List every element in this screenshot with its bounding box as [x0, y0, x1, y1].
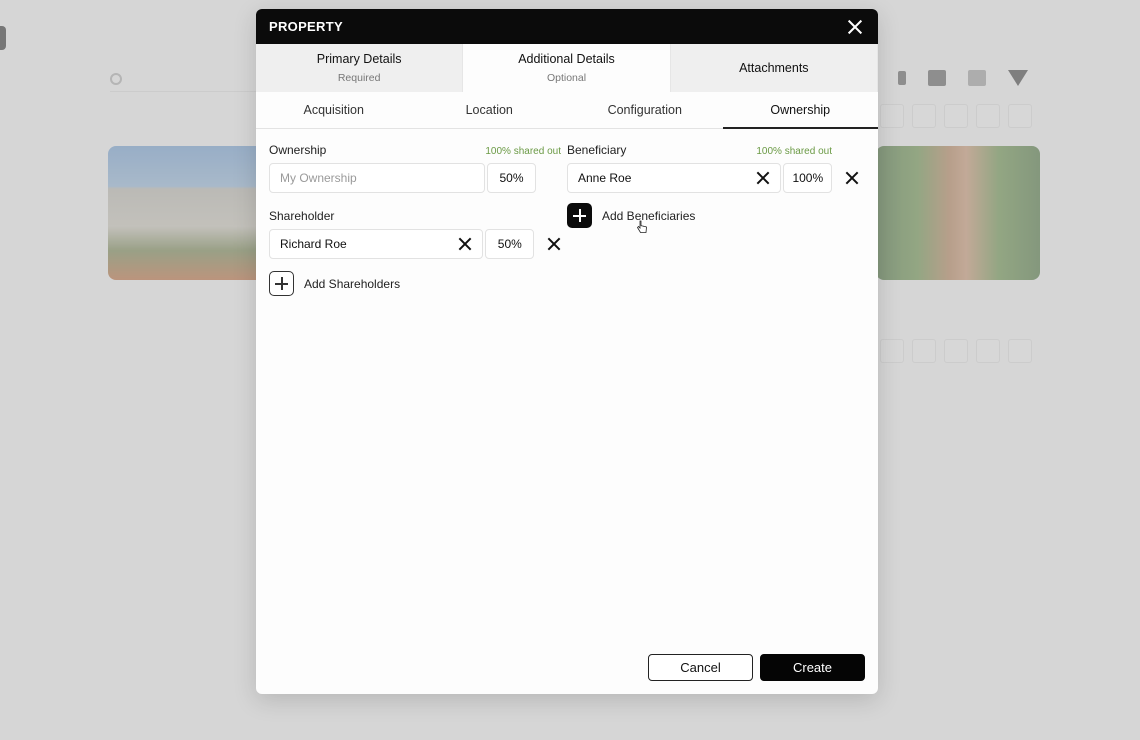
beneficiary-name: Anne Roe — [578, 171, 632, 185]
shareholder-label: Shareholder — [269, 209, 335, 223]
step-sublabel: Required — [337, 72, 381, 84]
tab-location[interactable]: Location — [412, 92, 568, 128]
beneficiary-row: Anne Roe 100% — [567, 163, 859, 193]
create-button[interactable]: Create — [760, 654, 865, 681]
my-ownership-input[interactable]: My Ownership — [269, 163, 485, 193]
ownership-column: Ownership 100% shared out My Ownership 5… — [269, 143, 561, 296]
shareholder-percent-input[interactable]: 50% — [485, 229, 535, 259]
plus-icon — [269, 271, 294, 296]
step-attachments[interactable]: Attachments — [670, 44, 878, 92]
remove-beneficiary-icon[interactable] — [845, 171, 859, 185]
step-tabs: Primary Details Required Additional Deta… — [256, 44, 878, 92]
clear-beneficiary-icon[interactable] — [756, 171, 770, 185]
subtabs: Acquisition Location Configuration Owner… — [256, 92, 878, 129]
ownership-shared-status: 100% shared out — [485, 146, 561, 157]
step-label: Additional Details — [518, 52, 615, 66]
step-label: Attachments — [739, 61, 809, 75]
add-shareholders-label: Add Shareholders — [304, 276, 401, 291]
ownership-row: My Ownership 50% — [269, 163, 561, 193]
modal-title: PROPERTY — [269, 19, 343, 34]
plus-icon — [567, 203, 592, 228]
add-beneficiaries-button[interactable]: Add Beneficiaries — [567, 203, 859, 228]
tab-acquisition[interactable]: Acquisition — [256, 92, 412, 128]
beneficiary-label: Beneficiary — [567, 143, 627, 157]
property-modal: PROPERTY Primary Details Required Additi… — [256, 9, 878, 694]
shareholder-name: Richard Roe — [280, 237, 347, 251]
beneficiary-percent-input[interactable]: 100% — [783, 163, 833, 193]
shareholder-name-field[interactable]: Richard Roe — [269, 229, 484, 259]
add-beneficiaries-label: Add Beneficiaries — [602, 208, 696, 223]
beneficiary-column: Beneficiary 100% shared out Anne Roe 100… — [567, 143, 859, 228]
tab-ownership[interactable]: Ownership — [722, 92, 879, 129]
shareholder-row: Richard Roe 50% — [269, 229, 561, 259]
step-sublabel: Optional — [546, 72, 587, 84]
clear-shareholder-icon[interactable] — [458, 237, 472, 251]
step-label: Primary Details — [316, 52, 402, 66]
beneficiary-name-field[interactable]: Anne Roe — [567, 163, 782, 193]
remove-shareholder-icon[interactable] — [547, 237, 561, 251]
pointer-hand-icon — [636, 220, 647, 233]
beneficiary-shared-status: 100% shared out — [756, 146, 832, 157]
shareholder-header: Shareholder — [269, 209, 561, 223]
close-icon[interactable] — [846, 18, 864, 36]
beneficiary-header: Beneficiary 100% shared out — [567, 143, 832, 157]
step-additional-details[interactable]: Additional Details Optional — [463, 44, 671, 92]
add-shareholders-button[interactable]: Add Shareholders — [269, 271, 561, 296]
cancel-button[interactable]: Cancel — [648, 654, 753, 681]
ownership-percent-input[interactable]: 50% — [487, 163, 536, 193]
tab-configuration[interactable]: Configuration — [567, 92, 723, 128]
step-primary-details[interactable]: Primary Details Required — [256, 44, 464, 92]
ownership-header: Ownership 100% shared out — [269, 143, 561, 157]
ownership-label: Ownership — [269, 143, 327, 157]
modal-header: PROPERTY — [256, 9, 878, 44]
